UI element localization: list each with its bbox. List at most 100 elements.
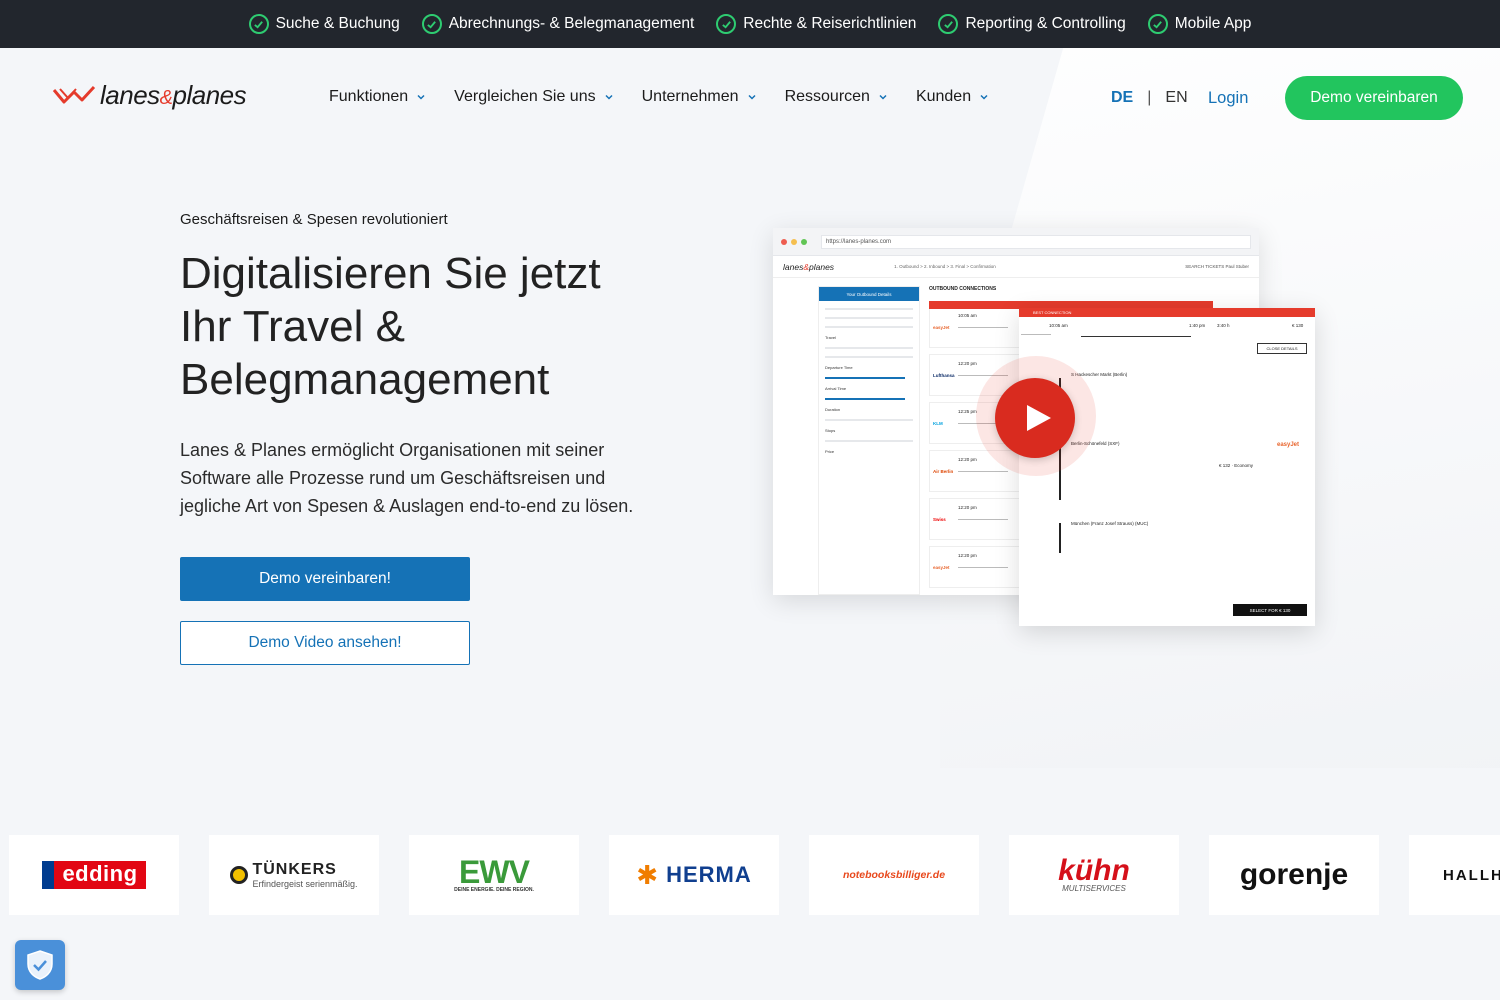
check-circle-icon bbox=[248, 14, 269, 34]
headline-line: Digitalisieren Sie jetzt bbox=[180, 249, 601, 298]
client-tagline: MULTISERVICES bbox=[1062, 883, 1126, 893]
feature-item[interactable]: Reporting & Controlling bbox=[938, 14, 1126, 34]
client-tagline: Erfindergeist serienmäßig. bbox=[252, 879, 358, 889]
filter-label: Price bbox=[825, 449, 835, 454]
chevron-down-icon bbox=[417, 94, 425, 100]
login-link[interactable]: Login bbox=[1208, 89, 1248, 108]
feature-label: Abrechnungs- & Belegmanagement bbox=[448, 15, 695, 32]
feature-item[interactable]: Abrechnungs- & Belegmanagement bbox=[421, 14, 695, 34]
client-tagline: DEINE ENERGIE. DEINE REGION. bbox=[454, 887, 534, 893]
feature-bar: Suche & Buchung Abrechnungs- & Belegmana… bbox=[0, 0, 1500, 48]
chevron-down-icon bbox=[605, 94, 613, 100]
feature-item[interactable]: Mobile App bbox=[1147, 14, 1252, 34]
privacy-settings-button[interactable] bbox=[15, 940, 65, 990]
demo-button[interactable]: Demo vereinbaren! bbox=[180, 557, 470, 601]
check-circle-icon bbox=[1147, 14, 1168, 34]
nav-item-label: Kunden bbox=[915, 88, 972, 105]
detail-class: € 132 · Economy bbox=[1219, 463, 1254, 468]
feature-label: Rechte & Reiserichtlinien bbox=[743, 15, 917, 32]
main-nav: lanes&planes Funktionen Vergleichen Sie … bbox=[0, 48, 1500, 148]
hero-eyebrow: Geschäftsreisen & Spesen revolutioniert bbox=[180, 211, 448, 228]
check-circle-icon bbox=[938, 14, 959, 34]
client-name: kühn bbox=[1058, 853, 1130, 887]
nav-item-vergleichen[interactable]: Vergleichen Sie uns bbox=[454, 88, 613, 106]
headline-line: Belegmanagement bbox=[180, 355, 550, 404]
nav-item-funktionen[interactable]: Funktionen bbox=[329, 88, 426, 106]
site-logo[interactable]: lanes&planes bbox=[52, 80, 247, 111]
nav-item-unternehmen[interactable]: Unternehmen bbox=[642, 88, 757, 106]
nav-item-label: Vergleichen Sie uns bbox=[454, 88, 596, 105]
check-circle-icon bbox=[421, 14, 442, 34]
asterisk-icon: ✱ bbox=[636, 859, 659, 890]
mockup-filter-panel: Your Outbound Details Travel Departure T… bbox=[818, 286, 920, 595]
chevron-down-icon bbox=[748, 94, 756, 100]
feature-label: Mobile App bbox=[1174, 15, 1252, 32]
client-name: HERMA bbox=[666, 862, 752, 887]
window-dot-icon bbox=[801, 238, 807, 245]
shield-check-icon bbox=[27, 950, 53, 980]
client-name: notebooksbilliger.de bbox=[842, 869, 946, 881]
mockup-url: https://lanes-planes.com bbox=[821, 234, 1251, 249]
language-switcher: DE | EN bbox=[1111, 89, 1188, 107]
play-icon bbox=[1027, 405, 1051, 431]
filter-label: Duration bbox=[825, 407, 841, 412]
demo-nav-button[interactable]: Demo vereinbaren bbox=[1285, 76, 1463, 120]
feature-item[interactable]: Suche & Buchung bbox=[248, 14, 400, 34]
mockup-steps: 1. Outbound > 2. Inbound > 3. Final > Co… bbox=[894, 264, 996, 269]
chevron-down-icon bbox=[879, 94, 887, 100]
filter-label: Arrival Time bbox=[825, 386, 847, 391]
client-name: TÜNKERS bbox=[252, 861, 337, 878]
mockup-logo: lanes&planes bbox=[783, 261, 835, 272]
result-card: Swiss 12:20 pm bbox=[929, 498, 1021, 540]
filter-label: Travel bbox=[825, 335, 836, 340]
headline-line: Ihr Travel & bbox=[180, 302, 405, 351]
client-logo-notebooksbilliger: notebooksbilliger.de bbox=[809, 835, 979, 915]
nav-item-ressourcen[interactable]: Ressourcen bbox=[785, 88, 888, 106]
filter-label: Departure Time bbox=[825, 365, 853, 370]
client-logo-hallhuber: HALLH bbox=[1409, 835, 1500, 915]
play-video-button[interactable] bbox=[995, 378, 1075, 458]
window-dot-icon bbox=[781, 238, 787, 245]
lang-en-link[interactable]: EN bbox=[1165, 89, 1187, 107]
filter-title: Your Outbound Details bbox=[819, 287, 919, 301]
client-name: gorenje bbox=[1239, 858, 1349, 891]
nav-item-label: Ressourcen bbox=[784, 88, 870, 105]
lang-separator: | bbox=[1147, 89, 1152, 106]
detail-best-label: BEST CONNECTION bbox=[1019, 308, 1315, 317]
result-card: easyJet 12:20 pm bbox=[929, 546, 1021, 588]
chevron-down-icon bbox=[980, 94, 988, 100]
feature-item[interactable]: Rechte & Reiserichtlinien bbox=[716, 14, 916, 34]
client-name: edding bbox=[42, 861, 146, 889]
client-logo-gorenje: gorenje bbox=[1209, 835, 1379, 915]
lang-de-link[interactable]: DE bbox=[1111, 89, 1133, 107]
window-dot-icon bbox=[791, 238, 797, 245]
detail-airline: easyJet bbox=[1277, 442, 1300, 448]
client-logo-ewv: EWV DEINE ENERGIE. DEINE REGION. bbox=[409, 835, 579, 915]
nav-item-kunden[interactable]: Kunden bbox=[916, 88, 989, 106]
client-logo-tunkers: TÜNKERS Erfindergeist serienmäßig. bbox=[209, 835, 379, 915]
hero-headline: Digitalisieren Sie jetzt Ihr Travel & Be… bbox=[180, 247, 700, 406]
mockup-app-header: lanes&planes 1. Outbound > 2. Inbound > … bbox=[773, 256, 1259, 278]
demo-video-button[interactable]: Demo Video ansehen! bbox=[180, 621, 470, 665]
client-name: EWV bbox=[459, 854, 530, 890]
nav-menu: Funktionen Vergleichen Sie uns Unternehm… bbox=[329, 88, 989, 106]
feature-label: Reporting & Controlling bbox=[965, 15, 1126, 32]
results-title: OUTBOUND CONNECTIONS bbox=[929, 286, 997, 292]
client-logo-kuhn: kühn MULTISERVICES bbox=[1009, 835, 1179, 915]
detail-price: € 130 bbox=[1292, 323, 1304, 328]
logo-wings-icon bbox=[52, 85, 96, 103]
nav-item-label: Unternehmen bbox=[641, 88, 739, 105]
detail-duration: 3:40 h bbox=[1217, 323, 1230, 328]
feature-label: Suche & Buchung bbox=[275, 15, 400, 32]
nav-item-label: Funktionen bbox=[329, 88, 409, 105]
mockup-header-right: SEARCH TICKETS Paul Stuber bbox=[1185, 264, 1249, 269]
client-logo-herma: ✱ HERMA bbox=[609, 835, 779, 915]
close-details-button[interactable]: CLOSE DETAILS bbox=[1257, 343, 1307, 354]
check-circle-icon bbox=[716, 14, 737, 34]
select-connection-button[interactable]: SELECT FOR € 130 bbox=[1233, 604, 1307, 616]
client-logo-edding: edding bbox=[9, 835, 179, 915]
hero-lead: Lanes & Planes ermöglicht Organisationen… bbox=[180, 440, 634, 516]
detail-time-start: 10:05 am bbox=[1049, 323, 1068, 328]
detail-stop: München (Franz Josef Strauss) (MUC) bbox=[1071, 521, 1149, 526]
client-name: HALLH bbox=[1443, 866, 1500, 884]
